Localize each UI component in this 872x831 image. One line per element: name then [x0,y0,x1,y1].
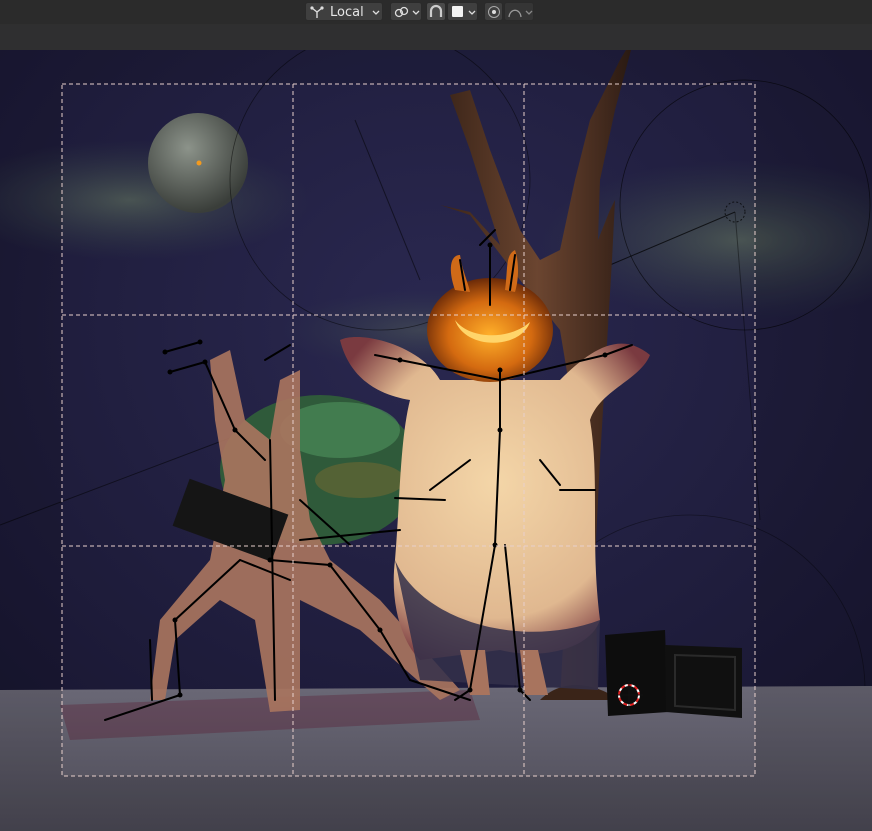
snap-toggle[interactable] [426,2,446,21]
proportional-editing-icon [488,6,500,18]
snap-icon [429,4,443,17]
viewport-header: Local [0,0,872,25]
pivot-point-dropdown[interactable] [390,2,422,21]
snap-target-icon [452,6,463,17]
chevron-down-icon [412,10,420,15]
transform-orientation-dropdown[interactable]: Local [305,2,383,21]
moon-origin-marker [196,160,202,166]
chevron-down-icon [372,10,380,15]
tool-settings-bar [0,24,872,50]
chevron-down-icon [468,10,476,15]
chevron-down-icon [525,10,533,15]
snap-target-dropdown[interactable] [447,2,478,21]
proportional-falloff-dropdown[interactable] [504,2,534,21]
green-creature-highlight [315,462,405,498]
proportional-editing-toggle[interactable] [484,2,503,21]
falloff-curve-icon [508,9,522,18]
pivot-point-icon [394,6,409,18]
transform-orientation-icon [310,6,324,18]
transform-orientation-label: Local [330,5,364,20]
viewport-3d[interactable] [0,50,872,831]
